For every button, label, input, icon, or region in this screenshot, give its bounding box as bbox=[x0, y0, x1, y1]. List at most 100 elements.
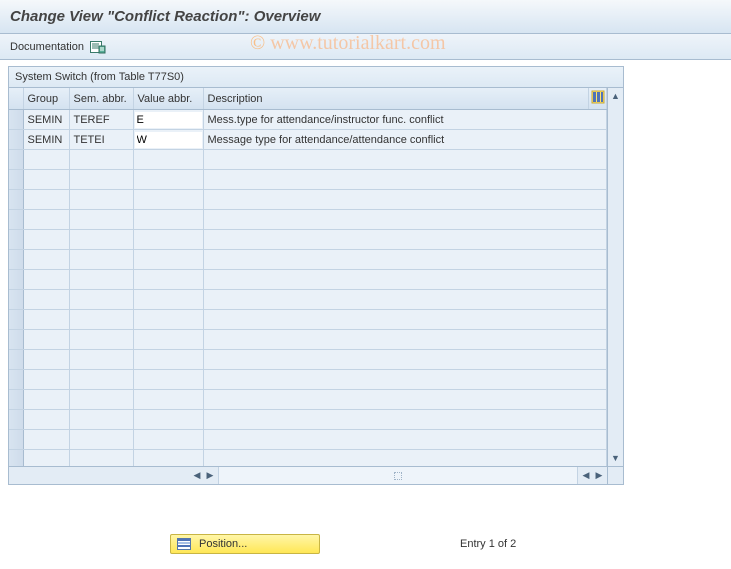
cell-description: Mess.type for attendance/instructor func… bbox=[203, 110, 607, 130]
title-bar: Change View "Conflict Reaction": Overvie… bbox=[0, 0, 731, 34]
horizontal-scrollbar[interactable] bbox=[218, 467, 578, 484]
content-area: System Switch (from Table T77S0) bbox=[0, 60, 731, 485]
cell-description bbox=[203, 290, 607, 310]
table-row bbox=[9, 210, 607, 230]
cell-value-abbr bbox=[133, 170, 203, 190]
vertical-scrollbar[interactable]: ▲ ▼ bbox=[607, 88, 623, 466]
table-row bbox=[9, 310, 607, 330]
cell-value-abbr bbox=[133, 290, 203, 310]
cell-group bbox=[23, 190, 69, 210]
row-selector[interactable] bbox=[9, 390, 23, 410]
page-title: Change View "Conflict Reaction": Overvie… bbox=[10, 8, 320, 25]
row-selector-header[interactable] bbox=[9, 88, 23, 110]
value-abbr-input[interactable] bbox=[135, 112, 202, 128]
cell-sem-abbr bbox=[69, 410, 133, 430]
row-selector[interactable] bbox=[9, 310, 23, 330]
cell-sem-abbr bbox=[69, 270, 133, 290]
col-value-abbr[interactable]: Value abbr. bbox=[133, 88, 203, 110]
cell-description bbox=[203, 310, 607, 330]
value-abbr-input[interactable] bbox=[135, 132, 202, 148]
table-row bbox=[9, 170, 607, 190]
cell-value-abbr bbox=[133, 350, 203, 370]
row-selector[interactable] bbox=[9, 250, 23, 270]
row-selector[interactable] bbox=[9, 150, 23, 170]
cell-sem-abbr bbox=[69, 190, 133, 210]
cell-description bbox=[203, 430, 607, 450]
cell-sem-abbr bbox=[69, 330, 133, 350]
cell-description bbox=[203, 390, 607, 410]
data-grid: Group Sem. abbr. Value abbr. Description bbox=[9, 88, 607, 466]
cell-value-abbr bbox=[133, 390, 203, 410]
cell-sem-abbr bbox=[69, 370, 133, 390]
scroll-up-icon[interactable]: ▲ bbox=[610, 90, 622, 102]
row-selector[interactable] bbox=[9, 350, 23, 370]
row-selector[interactable] bbox=[9, 190, 23, 210]
row-selector[interactable] bbox=[9, 270, 23, 290]
row-selector[interactable] bbox=[9, 130, 23, 150]
cell-description bbox=[203, 250, 607, 270]
cell-sem-abbr bbox=[69, 390, 133, 410]
row-selector[interactable] bbox=[9, 170, 23, 190]
table-row bbox=[9, 290, 607, 310]
cell-group bbox=[23, 450, 69, 467]
cell-group bbox=[23, 230, 69, 250]
cell-description bbox=[203, 270, 607, 290]
cell-sem-abbr bbox=[69, 290, 133, 310]
scroll-left-icon[interactable]: ◀ bbox=[191, 470, 203, 482]
table-row bbox=[9, 190, 607, 210]
entry-counter: Entry 1 of 2 bbox=[460, 538, 516, 550]
cell-group bbox=[23, 350, 69, 370]
documentation-link[interactable]: Documentation bbox=[10, 41, 84, 53]
cell-description bbox=[203, 230, 607, 250]
cell-value-abbr bbox=[133, 310, 203, 330]
cell-description bbox=[203, 350, 607, 370]
col-sem-abbr[interactable]: Sem. abbr. bbox=[69, 88, 133, 110]
cell-group bbox=[23, 370, 69, 390]
scroll-left-end-icon[interactable]: ◀ bbox=[580, 470, 592, 482]
row-selector[interactable] bbox=[9, 290, 23, 310]
cell-sem-abbr bbox=[69, 210, 133, 230]
row-selector[interactable] bbox=[9, 330, 23, 350]
header-row: Group Sem. abbr. Value abbr. Description bbox=[9, 88, 607, 110]
position-button[interactable]: Position... bbox=[170, 534, 320, 554]
row-selector[interactable] bbox=[9, 230, 23, 250]
table-row: SEMINTEREFMess.type for attendance/instr… bbox=[9, 110, 607, 130]
row-selector[interactable] bbox=[9, 410, 23, 430]
col-description[interactable]: Description bbox=[203, 88, 589, 110]
row-selector[interactable] bbox=[9, 430, 23, 450]
position-button-label: Position... bbox=[199, 538, 247, 550]
cell-description: Message type for attendance/attendance c… bbox=[203, 130, 607, 150]
table-title: System Switch (from Table T77S0) bbox=[9, 67, 623, 88]
cell-value-abbr bbox=[133, 190, 203, 210]
cell-description bbox=[203, 150, 607, 170]
scroll-right-icon[interactable]: ▶ bbox=[204, 470, 216, 482]
table-settings-button[interactable] bbox=[589, 88, 607, 110]
table-row bbox=[9, 150, 607, 170]
cell-sem-abbr: TETEI bbox=[69, 130, 133, 150]
table-row bbox=[9, 390, 607, 410]
cell-sem-abbr bbox=[69, 170, 133, 190]
cell-group bbox=[23, 270, 69, 290]
cell-sem-abbr bbox=[69, 150, 133, 170]
row-selector[interactable] bbox=[9, 210, 23, 230]
cell-value-abbr bbox=[133, 410, 203, 430]
cell-sem-abbr bbox=[69, 350, 133, 370]
table-row bbox=[9, 430, 607, 450]
cell-group bbox=[23, 170, 69, 190]
cell-group: SEMIN bbox=[23, 110, 69, 130]
col-group[interactable]: Group bbox=[23, 88, 69, 110]
table-row: SEMINTETEIMessage type for attendance/at… bbox=[9, 130, 607, 150]
cell-sem-abbr bbox=[69, 230, 133, 250]
row-selector[interactable] bbox=[9, 370, 23, 390]
row-selector[interactable] bbox=[9, 110, 23, 130]
cell-sem-abbr bbox=[69, 310, 133, 330]
documentation-icon[interactable] bbox=[90, 40, 106, 54]
table-row bbox=[9, 270, 607, 290]
table-row bbox=[9, 250, 607, 270]
scroll-right-end-icon[interactable]: ▶ bbox=[593, 470, 605, 482]
scroll-down-icon[interactable]: ▼ bbox=[610, 452, 622, 464]
cell-value-abbr bbox=[133, 430, 203, 450]
cell-value-abbr bbox=[133, 270, 203, 290]
row-selector[interactable] bbox=[9, 450, 23, 467]
cell-sem-abbr bbox=[69, 450, 133, 467]
